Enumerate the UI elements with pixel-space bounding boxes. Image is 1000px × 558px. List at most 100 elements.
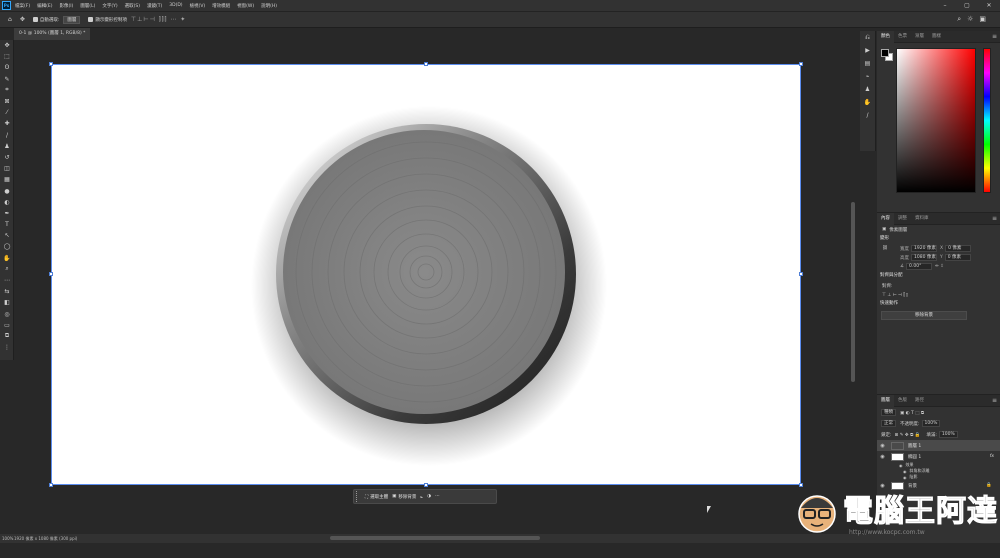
transform-handle-tl[interactable]	[49, 62, 53, 66]
auto-select-checkbox[interactable]: 自動選取:	[32, 17, 59, 23]
eye-icon[interactable]: ◉	[877, 443, 888, 449]
home-icon[interactable]: ⌂	[8, 16, 12, 23]
show-transform-checkbox[interactable]: 顯示變形控制項	[88, 17, 127, 23]
link-icon[interactable]: ⛓	[882, 246, 900, 251]
brushes-icon[interactable]: /	[860, 109, 875, 122]
vertical-scrollbar[interactable]	[851, 202, 855, 382]
more-options-icon[interactable]: ⋯	[435, 494, 440, 499]
angle-field[interactable]: 0.00°	[906, 263, 933, 270]
swap-colors-icon[interactable]: ⇆	[0, 286, 14, 297]
more-tools-icon[interactable]: ⋯	[0, 275, 14, 286]
color-picker-field[interactable]	[896, 48, 976, 193]
layer-row[interactable]: ◉ 橢圓 1 fx	[877, 451, 1000, 462]
quick-select-tool-icon[interactable]: ✎	[0, 74, 14, 85]
clone-source-icon[interactable]: ♟	[860, 83, 875, 96]
transform-handle-br[interactable]	[799, 483, 803, 487]
eye-icon[interactable]: ◉	[903, 475, 907, 480]
actions-icon[interactable]: ▶	[860, 44, 875, 57]
edit-toolbar-icon[interactable]: ⋮	[0, 342, 14, 353]
foreground-color-swatch[interactable]	[881, 49, 889, 57]
zoom-tool-icon[interactable]: ⌕	[0, 264, 14, 275]
align-section-header[interactable]: 對齊與分配	[877, 271, 1000, 281]
x-field[interactable]: 0 像素	[945, 245, 972, 252]
tab-gradients[interactable]: 漸層	[911, 31, 928, 43]
drag-handle[interactable]	[356, 491, 361, 502]
layer-kind-dropdown[interactable]: 種類	[881, 409, 896, 416]
stamp-tool-icon[interactable]: ♟	[0, 141, 14, 152]
align-buttons[interactable]: ⊤ ⊥ ⊢ ⊣ ⫿ ⫾	[877, 290, 1000, 299]
brush-tool-icon[interactable]: /	[0, 130, 14, 141]
auto-select-dropdown[interactable]: 圖層	[63, 15, 81, 24]
fill-field[interactable]: 100%	[938, 431, 958, 438]
tab-layers[interactable]: 圖層	[877, 394, 894, 407]
opacity-field[interactable]: 100%	[921, 420, 941, 427]
horizontal-scrollbar[interactable]	[330, 536, 540, 540]
lasso-tool-icon[interactable]: ʘ	[0, 62, 14, 73]
hand-tool-icon[interactable]: ✋	[0, 253, 14, 264]
transform-handle-tr[interactable]	[799, 62, 803, 66]
menu-item-layer[interactable]: 圖層(L)	[80, 3, 95, 9]
tab-patterns[interactable]: 圖樣	[928, 31, 945, 43]
eraser-tool-icon[interactable]: ◫	[0, 163, 14, 174]
search-and-share-icons[interactable]: ⌕☼▣	[957, 15, 992, 24]
gesture-icon[interactable]: ✋	[860, 96, 875, 109]
fx-icon[interactable]: fx	[990, 454, 994, 459]
transform-handle-b[interactable]	[424, 483, 428, 487]
comments-icon[interactable]: ▤	[860, 57, 875, 70]
align-buttons-icon[interactable]: ⊤⊥⊢⊣ ⫿⫿⫿ ⋯ ✦	[131, 16, 186, 24]
move-tool-icon[interactable]: ✥	[0, 40, 14, 51]
panel-menu-icon[interactable]: ≡	[992, 395, 997, 407]
minimize-button[interactable]: –	[934, 0, 956, 11]
menu-item-select[interactable]: 選取(S)	[125, 3, 140, 9]
transform-handle-l[interactable]	[49, 272, 53, 276]
crop-tool-icon[interactable]: ⌗	[0, 85, 14, 96]
transform-handle-r[interactable]	[799, 272, 803, 276]
remove-background-button[interactable]: ▣ 移除背景	[392, 494, 416, 500]
color-swatches-icon[interactable]: ◧	[0, 297, 14, 308]
frame-tool-icon[interactable]: ⊠	[0, 96, 14, 107]
eye-icon[interactable]: ◉	[899, 463, 903, 468]
tab-paths[interactable]: 路徑	[911, 395, 928, 407]
document-tab[interactable]: 0-1 @ 100% (圖層 1, RGB/8) *	[14, 28, 91, 40]
eye-icon[interactable]: ◉	[877, 454, 888, 460]
select-subject-button[interactable]: ⛶ 選取主體	[365, 494, 388, 500]
brush-settings-icon[interactable]: ⌁	[860, 70, 875, 83]
dodge-tool-icon[interactable]: ◐	[0, 197, 14, 208]
menu-item-image[interactable]: 影像(I)	[59, 3, 73, 9]
type-tool-icon[interactable]: T	[0, 219, 14, 230]
menu-item-edit[interactable]: 編輯(E)	[37, 3, 52, 9]
layer-row[interactable]: ◉ 圖層 1	[877, 440, 1000, 451]
panel-menu-icon[interactable]: ≡	[992, 31, 997, 43]
quick-actions-header[interactable]: 快速動作	[877, 299, 1000, 309]
menu-item-filter[interactable]: 濾鏡(T)	[147, 3, 162, 9]
transform-section-header[interactable]: 變形	[877, 234, 1000, 244]
transform-icon[interactable]: ⟀	[420, 494, 423, 500]
ellipse-tool-icon[interactable]: ◯	[0, 241, 14, 252]
tab-swatches[interactable]: 色票	[894, 31, 911, 43]
healing-brush-icon[interactable]: ✚	[0, 118, 14, 129]
blur-tool-icon[interactable]: ●	[0, 185, 14, 196]
adjust-icon[interactable]: ◑	[427, 494, 431, 499]
quick-mask-icon[interactable]: ◎	[0, 309, 14, 320]
menu-item-help[interactable]: 說明(H)	[261, 3, 277, 9]
eye-icon[interactable]: ◉	[903, 469, 907, 474]
artboard-icon[interactable]: ⧉	[0, 331, 14, 342]
pen-tool-icon[interactable]: ✒	[0, 208, 14, 219]
history-brush-icon[interactable]: ↺	[0, 152, 14, 163]
menu-item-view[interactable]: 檢視(V)	[190, 3, 206, 9]
panel-menu-icon[interactable]: ≡	[992, 213, 997, 225]
tab-properties[interactable]: 內容	[877, 212, 894, 225]
menu-item-file[interactable]: 檔案(F)	[15, 3, 30, 9]
gradient-tool-icon[interactable]: ▦	[0, 174, 14, 185]
transform-handle-t[interactable]	[424, 62, 428, 66]
history-icon[interactable]: ⎌	[860, 31, 875, 44]
quick-remove-background-button[interactable]: 移除背景	[881, 311, 967, 320]
tab-libraries[interactable]: 資料庫	[911, 213, 933, 225]
blend-mode-dropdown[interactable]: 正常	[881, 420, 896, 427]
tab-adjustments[interactable]: 調整	[894, 213, 911, 225]
menu-item-type[interactable]: 文字(Y)	[102, 3, 117, 9]
path-select-tool-icon[interactable]: ↖	[0, 230, 14, 241]
screen-mode-icon[interactable]: ▭	[0, 320, 14, 331]
menu-item-window[interactable]: 視窗(W)	[237, 3, 254, 9]
maximize-button[interactable]: ▢	[956, 0, 978, 11]
